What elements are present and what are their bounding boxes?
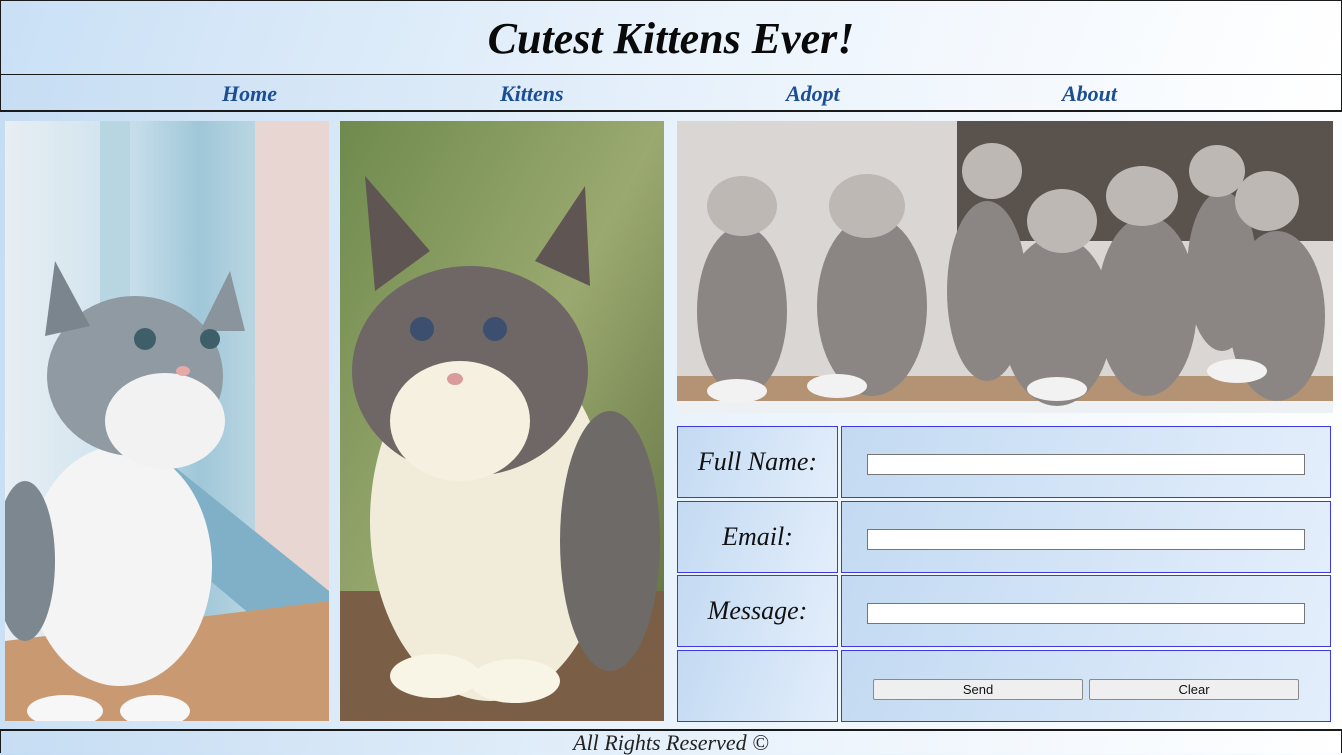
- message-input[interactable]: [867, 603, 1305, 624]
- footer-copyright: All Rights Reserved ©: [573, 730, 769, 755]
- kitten-sitting-photo: [340, 121, 664, 721]
- full-name-label: Full Name:: [697, 447, 818, 476]
- full-name-label-cell: Full Name:: [677, 426, 838, 498]
- nav-link-about[interactable]: About: [1062, 81, 1117, 107]
- send-button[interactable]: Send: [873, 679, 1083, 700]
- empty-cell: [677, 650, 838, 722]
- email-label: Email:: [722, 522, 793, 551]
- site-footer: All Rights Reserved ©: [0, 729, 1342, 755]
- nav-link-home[interactable]: Home: [222, 81, 277, 107]
- email-input[interactable]: [867, 529, 1305, 550]
- message-label-cell: Message:: [677, 575, 838, 647]
- main-nav: Home Kittens Adopt About: [0, 75, 1342, 112]
- kitten-window-photo: [5, 121, 329, 721]
- nav-link-kittens[interactable]: Kittens: [500, 81, 564, 107]
- nav-link-adopt[interactable]: Adopt: [786, 81, 840, 107]
- site-header: Cutest Kittens Ever!: [0, 0, 1342, 76]
- full-name-field-cell: [841, 426, 1331, 498]
- email-label-cell: Email:: [677, 501, 838, 573]
- full-name-input[interactable]: [867, 454, 1305, 475]
- buttons-cell: Send Clear: [841, 650, 1331, 722]
- kittens-group-photo: [677, 121, 1333, 413]
- message-field-cell: [841, 575, 1331, 647]
- clear-button[interactable]: Clear: [1089, 679, 1299, 700]
- message-label: Message:: [707, 596, 808, 625]
- page-title: Cutest Kittens Ever!: [487, 14, 855, 63]
- email-field-cell: [841, 501, 1331, 573]
